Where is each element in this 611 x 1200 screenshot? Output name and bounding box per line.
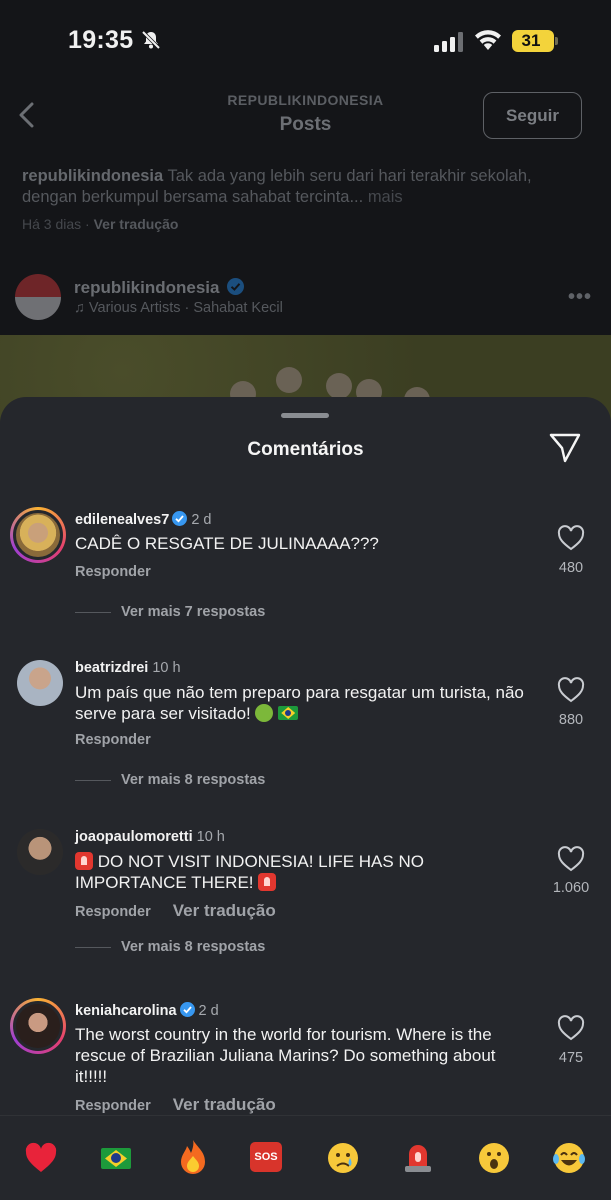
post-author-avatar[interactable] [15,274,61,320]
fire-emoji-icon[interactable] [173,1138,213,1178]
brazil-flag-emoji-icon [278,706,299,720]
comment-time: 10 h [152,660,181,676]
wifi-icon [475,30,501,50]
post-header: republikindonesia ♫ Various Artists · Sa… [0,270,611,330]
brazil-flag-emoji-icon[interactable] [97,1138,137,1178]
comment-username[interactable]: keniahcarolina [75,1003,177,1019]
comment-avatar[interactable] [10,998,66,1054]
caption-separator: · [85,216,90,232]
status-time: 19:35 [68,26,134,54]
cellular-signal-icon [434,32,463,52]
view-replies-label[interactable]: Ver mais 7 respostas [121,604,265,620]
post-author-row[interactable]: republikindonesia [74,278,245,298]
follow-button[interactable]: Seguir [483,92,582,139]
comment-like-count: 880 [558,712,584,728]
comments-title: Comentários [247,439,364,460]
comment-username[interactable]: joaopaulomoretti [75,829,193,845]
comment-user-row[interactable]: edilenealves7 2 d [75,511,212,528]
comments-sheet: Comentários edilenealves7 2 d CADÊ O RESG… [0,397,611,1200]
comment-time: 2 d [191,512,212,528]
post-caption: republikindonesia Tak ada yang lebih ser… [22,166,582,208]
sheet-drag-handle[interactable] [281,413,329,418]
caption-meta: Há 3 dias · Ver tradução [22,216,178,232]
like-heart-icon[interactable] [557,1015,585,1041]
reply-button[interactable]: Responder [75,564,151,580]
emoji-quick-reaction-bar: SOS [0,1115,611,1200]
verified-badge-icon [227,278,245,295]
police-light-emoji-icon[interactable] [398,1138,438,1178]
view-replies-link[interactable]: Ver mais 8 respostas [75,939,265,955]
police-light-emoji-icon [75,852,93,870]
caption-translate-link[interactable]: Ver tradução [94,216,179,232]
comment-actions: Responder Ver tradução [75,901,276,921]
battery-level: 31 [521,31,541,50]
comment-actions: Responder [75,732,151,748]
comment-like-count: 480 [558,560,584,576]
status-bar: 19:35 31 [0,0,611,84]
comment-text: Um país que não tem preparo para resgata… [75,683,524,723]
comment-text-block: Um país que não tem preparo para resgata… [75,682,530,724]
comment-text: DO NOT VISIT INDONESIA! LIFE HAS NO IMPO… [75,852,424,892]
caption-more-link[interactable]: mais [368,188,403,206]
reply-button[interactable]: Responder [75,904,151,920]
comment-user-row[interactable]: joaopaulomoretti 10 h [75,829,225,845]
view-replies-link[interactable]: Ver mais 7 respostas [75,604,265,620]
post-audio-label[interactable]: Various Artists · Sahabat Kecil [89,300,283,316]
astonished-face-emoji-icon[interactable] [474,1138,514,1178]
like-heart-icon[interactable] [557,525,585,551]
post-options-icon[interactable]: ••• [568,286,592,309]
reply-button[interactable]: Responder [75,732,151,748]
comment-username[interactable]: beatrizdrei [75,660,148,676]
like-heart-icon[interactable] [557,846,585,872]
translate-button[interactable]: Ver tradução [173,901,276,920]
bell-muted-icon [141,30,161,50]
verified-badge-icon [179,1002,195,1017]
verified-badge-icon [172,511,188,526]
sos-emoji-icon[interactable]: SOS [248,1138,288,1178]
translate-button[interactable]: Ver tradução [173,1095,276,1114]
post-author-username[interactable]: republikindonesia [74,278,219,297]
comment-user-row[interactable]: beatrizdrei 10 h [75,660,181,676]
comment-time: 10 h [196,829,225,845]
comment-user-row[interactable]: keniahcarolina 2 d [75,1002,219,1019]
music-note-icon: ♫ [74,300,85,316]
comment-like-count: 1.060 [552,880,590,896]
comment-avatar[interactable] [17,660,63,706]
caption-username[interactable]: republikindonesia [22,167,163,185]
view-replies-label[interactable]: Ver mais 8 respostas [121,939,265,955]
comment-username[interactable]: edilenealves7 [75,512,169,528]
like-heart-icon[interactable] [557,677,585,703]
police-light-emoji-icon [258,873,277,891]
tears-of-joy-emoji-icon[interactable] [549,1138,589,1178]
comment-avatar[interactable] [10,507,66,563]
comment-actions: Responder Ver tradução [75,1095,276,1115]
comment-text-block: DO NOT VISIT INDONESIA! LIFE HAS NO IMPO… [75,851,435,893]
share-send-icon[interactable] [548,432,582,464]
comment-text: CADÊ O RESGATE DE JULINAAAA??? [75,534,379,553]
nauseated-face-emoji-icon [255,704,274,722]
caption-time: Há 3 dias [22,216,82,232]
comment-like-count: 475 [558,1050,584,1066]
view-replies-link[interactable]: Ver mais 8 respostas [75,772,265,788]
comment-text: The worst country in the world for touri… [75,1025,496,1086]
sos-label: SOS [250,1142,282,1172]
post-audio-row[interactable]: ♫ Various Artists · Sahabat Kecil [74,300,283,316]
crying-face-emoji-icon[interactable] [323,1138,363,1178]
post-navigation-bar: REPUBLIKINDONESIA Posts Seguir [0,84,611,148]
photo-person [326,373,352,399]
reply-button[interactable]: Responder [75,1098,151,1114]
battery-indicator: 31 [512,30,558,52]
photo-person [276,367,302,393]
view-replies-label[interactable]: Ver mais 8 respostas [121,772,265,788]
red-heart-emoji-icon[interactable] [21,1138,61,1178]
comment-time: 2 d [198,1003,219,1019]
comment-actions: Responder [75,564,151,580]
comment-avatar[interactable] [17,829,63,875]
